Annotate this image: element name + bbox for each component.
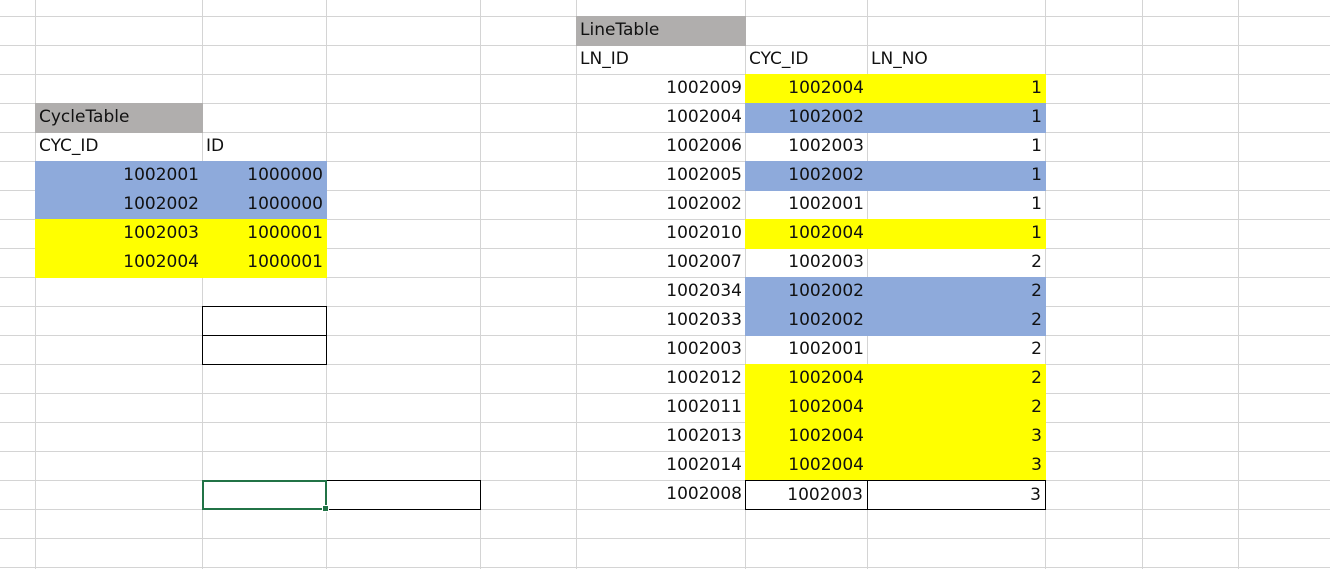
line-table-cell-ln-no[interactable]: 1 [867,74,1046,104]
line-table-header-ln-no[interactable]: LN_NO [867,45,1046,75]
line-table-cell-cyc-id[interactable]: 1002002 [745,161,868,191]
line-table-cell-ln-no[interactable]: 1 [867,219,1046,249]
empty-bordered-cell[interactable] [202,335,327,365]
cycle-table-cell-id[interactable]: 1000001 [202,219,327,249]
line-table-cell-cyc-id[interactable]: 1002001 [745,190,868,220]
cycle-table-header-cyc-id[interactable]: CYC_ID [35,132,203,162]
line-table-cell-cyc-id[interactable]: 1002004 [745,393,868,423]
line-table-cell-cyc-id[interactable]: 1002003 [745,248,868,278]
line-table-cell-cyc-id[interactable]: 1002004 [745,74,868,104]
line-table-cell-ln-no[interactable]: 1 [867,161,1046,191]
cycle-table-title[interactable]: CycleTable [35,103,203,133]
line-table-cell-ln-no[interactable]: 3 [867,422,1046,452]
line-table-cell-ln-no[interactable]: 1 [867,190,1046,220]
line-table-cell-ln-no[interactable]: 2 [867,306,1046,336]
line-table-cell-cyc-id[interactable]: 1002003 [745,480,868,510]
line-table-cell-ln-id[interactable]: 1002012 [576,364,746,394]
line-table-cell-cyc-id[interactable]: 1002002 [745,306,868,336]
line-table-cell-cyc-id[interactable]: 1002002 [745,103,868,133]
cycle-table-cell-cyc-id[interactable]: 1002001 [35,161,203,191]
line-table-cell-cyc-id[interactable]: 1002004 [745,219,868,249]
line-table-cell-ln-id[interactable]: 1002005 [576,161,746,191]
line-table-cell-cyc-id[interactable]: 1002003 [745,132,868,162]
cycle-table-header-id[interactable]: ID [202,132,327,162]
line-table-cell-ln-no[interactable]: 1 [867,132,1046,162]
line-table-cell-ln-id[interactable]: 1002010 [576,219,746,249]
line-table-header-ln-id[interactable]: LN_ID [576,45,746,75]
line-table-cell-ln-id[interactable]: 1002033 [576,306,746,336]
line-table-cell-cyc-id[interactable]: 1002002 [745,277,868,307]
cycle-table-cell-cyc-id[interactable]: 1002003 [35,219,203,249]
spreadsheet-grid[interactable]: CycleTable CYC_ID ID 1002001 1000000 10020… [0,0,1330,569]
line-table-cell-ln-no[interactable]: 1 [867,103,1046,133]
line-table-cell-ln-id[interactable]: 1002004 [576,103,746,133]
cycle-table-cell-cyc-id[interactable]: 1002002 [35,190,203,220]
line-table-cell-ln-no[interactable]: 2 [867,248,1046,278]
empty-bordered-cell[interactable] [326,480,481,510]
line-table-cell-cyc-id[interactable]: 1002004 [745,364,868,394]
line-table-cell-ln-id[interactable]: 1002006 [576,132,746,162]
cycle-table-cell-id[interactable]: 1000000 [202,190,327,220]
line-table-cell-cyc-id[interactable]: 1002004 [745,451,868,481]
line-table-cell-ln-id[interactable]: 1002013 [576,422,746,452]
line-table-cell-cyc-id[interactable]: 1002004 [745,422,868,452]
line-table-cell-ln-no[interactable]: 2 [867,335,1046,365]
line-table-cell-ln-id[interactable]: 1002002 [576,190,746,220]
line-table-cell-ln-id[interactable]: 1002014 [576,451,746,481]
line-table-cell-ln-no[interactable]: 2 [867,277,1046,307]
line-table-cell-ln-id[interactable]: 1002008 [576,480,746,510]
line-table-header-cyc-id[interactable]: CYC_ID [745,45,868,75]
cycle-table-cell-id[interactable]: 1000000 [202,161,327,191]
line-table-cell-ln-id[interactable]: 1002007 [576,248,746,278]
cycle-table-cell-cyc-id[interactable]: 1002004 [35,248,203,278]
line-table-title[interactable]: LineTable [576,16,746,46]
empty-bordered-cell[interactable] [202,306,327,336]
line-table-cell-cyc-id[interactable]: 1002001 [745,335,868,365]
line-table-cell-ln-no[interactable]: 3 [867,451,1046,481]
fill-handle[interactable] [322,505,329,512]
line-table-cell-ln-no[interactable]: 2 [867,364,1046,394]
selected-cell[interactable] [202,480,329,512]
cycle-table-cell-id[interactable]: 1000001 [202,248,327,278]
line-table-cell-ln-id[interactable]: 1002011 [576,393,746,423]
line-table-cell-ln-no[interactable]: 2 [867,393,1046,423]
line-table-cell-ln-id[interactable]: 1002034 [576,277,746,307]
line-table-cell-ln-id[interactable]: 1002009 [576,74,746,104]
line-table-cell-ln-id[interactable]: 1002003 [576,335,746,365]
line-table-cell-ln-no[interactable]: 3 [867,480,1046,510]
